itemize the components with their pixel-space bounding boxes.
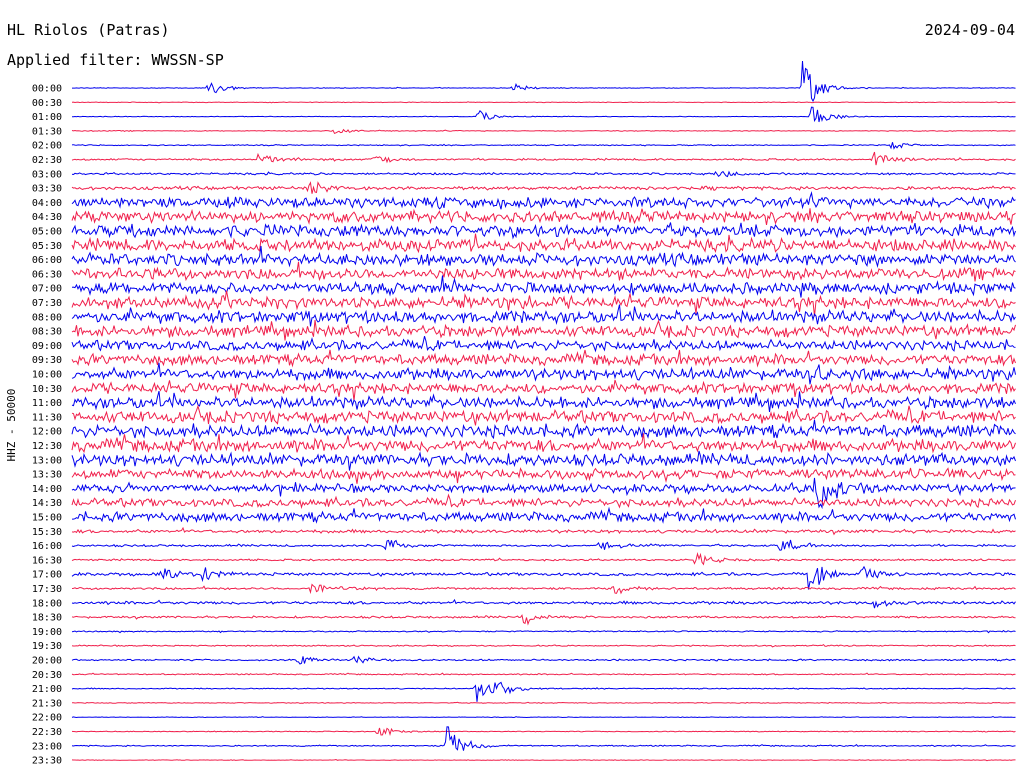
trace-row-1600 [71,539,1016,551]
trace-row-1500 [72,506,1016,524]
trace-row-1130 [71,404,1016,426]
trace-row-2000 [71,655,1016,665]
row-time-label: 10:30 [32,384,62,395]
row-time-label: 09:30 [32,355,62,366]
row-time-label: 08:00 [32,312,62,323]
row-time-label: 00:30 [32,98,62,109]
row-time-label: 08:30 [32,327,62,338]
trace-row-0700 [71,275,1016,298]
trace-row-0400 [71,191,1016,210]
trace-row-1000 [71,362,1016,385]
row-time-label: 07:00 [32,284,62,295]
row-time-label: 18:30 [32,613,62,624]
trace-row-1730 [71,583,1016,595]
trace-row-2300 [71,726,1016,751]
trace-row-2030 [71,672,1016,676]
row-time-label: 01:00 [32,112,62,123]
trace-row-0900 [71,336,1016,353]
row-time-label: 15:30 [32,527,62,538]
trace-row-0000 [72,60,1016,103]
row-time-label: 17:30 [32,584,62,595]
trace-row-0500 [71,222,1016,240]
trace-row-2100 [71,681,1016,702]
trace-row-0800 [71,304,1016,327]
trace-row-0630 [71,261,1016,282]
trace-row-2330 [71,758,1016,762]
row-time-label: 02:00 [32,141,62,152]
trace-row-2200 [71,715,1016,719]
seismogram-plot: 00:00 00:30 01:00 01:30 02:00 02:30 03:00 03:30… [32,60,1016,767]
trace-row-1100 [71,390,1016,412]
trace-row-0100 [71,106,1016,123]
trace-row-0230 [71,151,1016,166]
row-time-label: 22:30 [32,727,62,738]
trace-row-1300 [71,450,1016,471]
trace-row-1230 [71,433,1016,454]
trace-row-0300 [71,170,1016,178]
trace-row-0830 [71,319,1016,341]
row-time-label: 14:00 [32,484,62,495]
row-time-label: 07:30 [32,298,62,309]
trace-row-1830 [71,614,1016,626]
row-time-label: 01:30 [32,126,62,137]
trace-row-0330 [71,181,1016,194]
trace-row-0030 [71,101,1016,104]
row-time-label: 05:30 [32,241,62,252]
trace-row-0130 [71,128,1016,135]
row-time-label: 21:30 [32,698,62,709]
trace-row-0530 [71,233,1016,254]
row-time-label: 20:00 [32,656,62,667]
trace-row-0930 [71,349,1016,368]
trace-row-0200 [71,142,1016,150]
trace-row-1330 [71,467,1016,484]
row-time-label: 03:30 [32,184,62,195]
row-time-label: 03:00 [32,169,62,180]
trace-row-0600 [71,245,1016,268]
trace-row-1530 [71,526,1016,536]
row-time-label: 17:00 [32,570,62,581]
row-time-label: 23:30 [32,756,62,767]
row-time-label: 16:00 [32,541,62,552]
row-time-label: 20:30 [32,670,62,681]
row-time-label: 21:00 [32,684,62,695]
trace-row-1430 [71,493,1016,510]
trace-row-0430 [71,208,1016,225]
trace-row-2230 [71,727,1016,737]
trace-row-1630 [71,552,1016,566]
row-time-label: 16:30 [32,555,62,566]
row-time-label: 14:30 [32,498,62,509]
row-time-label: 04:00 [32,198,62,209]
row-time-label: 12:00 [32,427,62,438]
row-time-label: 10:00 [32,370,62,381]
row-time-label: 18:00 [32,598,62,609]
trace-row-1930 [71,643,1016,648]
row-time-label: 02:30 [32,155,62,166]
trace-row-2130 [71,701,1016,704]
row-time-label: 04:30 [32,212,62,223]
trace-row-1030 [71,379,1016,401]
row-time-label: 11:00 [32,398,62,409]
trace-row-1200 [71,419,1016,440]
row-time-label: 06:00 [32,255,62,266]
row-time-label: 19:30 [32,641,62,652]
row-time-label: 12:30 [32,441,62,452]
row-time-label: 11:30 [32,412,62,423]
trace-row-1700 [71,565,1016,590]
trace-row-0730 [71,290,1016,317]
row-time-label: 19:00 [32,627,62,638]
trace-row-1800 [71,598,1016,609]
row-time-label: 23:00 [32,741,62,752]
trace-row-1900 [71,629,1016,634]
row-time-label: 05:00 [32,227,62,238]
row-time-label: 00:00 [32,84,62,95]
row-time-label: 15:00 [32,513,62,524]
row-time-label: 13:30 [32,470,62,481]
row-time-label: 13:00 [32,455,62,466]
row-time-label: 09:00 [32,341,62,352]
row-time-label: 22:00 [32,713,62,724]
row-time-label: 06:30 [32,269,62,280]
